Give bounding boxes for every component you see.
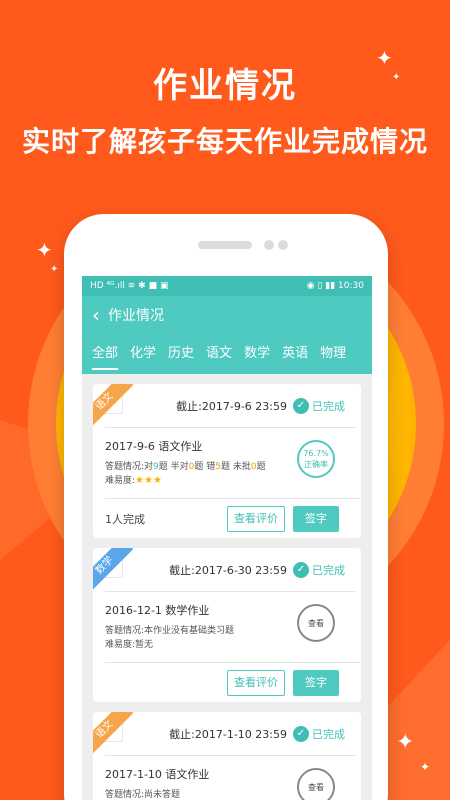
- view-label: 查看: [308, 782, 324, 792]
- sign-button[interactable]: 签字: [293, 505, 339, 532]
- deadline-text: 截止:2017-1-10 23:59: [169, 727, 287, 741]
- tab-all[interactable]: 全部: [86, 334, 124, 374]
- view-label: 查看: [308, 618, 324, 628]
- status-icons-right: ◉ ▯ ▮▮ 10:30: [306, 281, 364, 291]
- sparkle-icon: ✦: [36, 238, 53, 262]
- status-text: 已完成: [312, 727, 345, 741]
- status-badge: ✓ 已完成: [293, 397, 345, 414]
- homework-list: 语文 截止:2017-9-6 23:59 ✓ 已完成 2017-9-6 语文作业…: [82, 384, 372, 800]
- completed-count: 1人完成: [105, 512, 145, 526]
- headline-subtitle: 实时了解孩子每天作业完成情况: [21, 125, 428, 158]
- accuracy-circle[interactable]: 76.7% 正确率: [297, 440, 335, 478]
- star-icon: ★★★: [135, 475, 162, 486]
- deadline-text: 截止:2017-6-30 23:59: [169, 563, 287, 577]
- card-footer: 1人完成 查看评价 签字: [105, 498, 361, 538]
- sparkle-icon: ✦: [50, 264, 59, 275]
- sign-button[interactable]: 签字: [293, 669, 339, 696]
- check-icon: ✓: [293, 397, 309, 414]
- status-text: 已完成: [312, 563, 345, 577]
- tab-physics[interactable]: 物理: [314, 334, 352, 374]
- app-bar-title: 作业情况: [108, 308, 164, 324]
- accuracy-label: 正确率: [304, 460, 328, 469]
- status-icons-left: HD ⁴ᴳ.ıll ≋ ✱ ■ ▣: [90, 281, 169, 291]
- homework-card[interactable]: 语文 截止:2017-9-6 23:59 ✓ 已完成 2017-9-6 语文作业…: [93, 384, 361, 538]
- card-header: 截止:2017-9-6 23:59 ✓ 已完成: [105, 384, 355, 428]
- difficulty-label: 难易度:: [105, 476, 136, 486]
- back-icon[interactable]: ‹: [92, 305, 100, 325]
- sparkle-icon: ✦: [392, 72, 401, 83]
- status-text: 已完成: [312, 399, 345, 413]
- view-circle-button[interactable]: 查看: [297, 604, 335, 642]
- stats-suffix: 题: [256, 462, 266, 472]
- status-badge: ✓ 已完成: [293, 561, 345, 578]
- answer-stats: 答题情况:本作业没有基础类习题: [105, 626, 235, 636]
- deadline-text: 截止:2017-9-6 23:59: [176, 399, 287, 413]
- check-icon: ✓: [293, 561, 309, 578]
- card-header: 截止:2017-6-30 23:59 ✓ 已完成: [105, 548, 355, 592]
- status-badge: ✓ 已完成: [293, 725, 345, 742]
- tab-chemistry[interactable]: 化学: [124, 334, 162, 374]
- app-bar: ‹ 作业情况: [82, 296, 372, 334]
- card-header: 截止:2017-1-10 23:59 ✓ 已完成: [105, 712, 355, 756]
- check-icon: ✓: [293, 725, 309, 742]
- difficulty: 难易度:★★★: [105, 474, 275, 488]
- sparkle-icon: ✦: [396, 730, 415, 755]
- view-review-button[interactable]: 查看评价: [227, 505, 285, 532]
- stats-unmarked-label: 题 未批: [221, 462, 251, 472]
- sparkle-icon: ✦: [376, 46, 393, 70]
- stats-label: 答题情况:对: [105, 462, 154, 472]
- difficulty: 难易度:暂无: [105, 640, 154, 650]
- answer-stats: 答题情况:尚未答题: [105, 790, 181, 800]
- phone-camera: [264, 240, 274, 250]
- tab-history[interactable]: 历史: [162, 334, 200, 374]
- card-body: 2017-9-6 语文作业 答题情况:对9题 半对0题 错5题 未批0题 难易度…: [93, 428, 361, 498]
- card-body: 2017-1-10 语文作业 答题情况:尚未答题 查看: [93, 756, 361, 800]
- tab-english[interactable]: 英语: [276, 334, 314, 374]
- tab-math[interactable]: 数学: [238, 334, 276, 374]
- stats-wrong-label: 题 错: [194, 462, 216, 472]
- tab-chinese[interactable]: 语文: [200, 334, 238, 374]
- phone-screen: HD ⁴ᴳ.ıll ≋ ✱ ■ ▣ ◉ ▯ ▮▮ 10:30 ‹ 作业情况 全部…: [82, 276, 372, 800]
- phone-speaker: [198, 241, 252, 249]
- accuracy-value: 76.7%: [303, 449, 329, 458]
- status-bar: HD ⁴ᴳ.ıll ≋ ✱ ■ ▣ ◉ ▯ ▮▮ 10:30: [82, 276, 372, 296]
- phone-sensor: [278, 240, 288, 250]
- homework-card[interactable]: 语文 截止:2017-1-10 23:59 ✓ 已完成 2017-1-10 语文…: [93, 712, 361, 800]
- subject-tabs: 全部 化学 历史 语文 数学 英语 物理: [82, 334, 372, 374]
- stats-half-label: 题 半对: [158, 462, 189, 472]
- card-footer: 查看评价 签字: [105, 662, 361, 702]
- view-circle-button[interactable]: 查看: [297, 768, 335, 800]
- card-body: 2016-12-1 数学作业 答题情况:本作业没有基础类习题 难易度:暂无 查看: [93, 592, 361, 662]
- view-review-button[interactable]: 查看评价: [227, 669, 285, 696]
- homework-card[interactable]: 数学 截止:2017-6-30 23:59 ✓ 已完成 2016-12-1 数学…: [93, 548, 361, 702]
- answer-stats: 答题情况:对9题 半对0题 错5题 未批0题: [105, 460, 275, 474]
- sparkle-icon: ✦: [420, 760, 431, 774]
